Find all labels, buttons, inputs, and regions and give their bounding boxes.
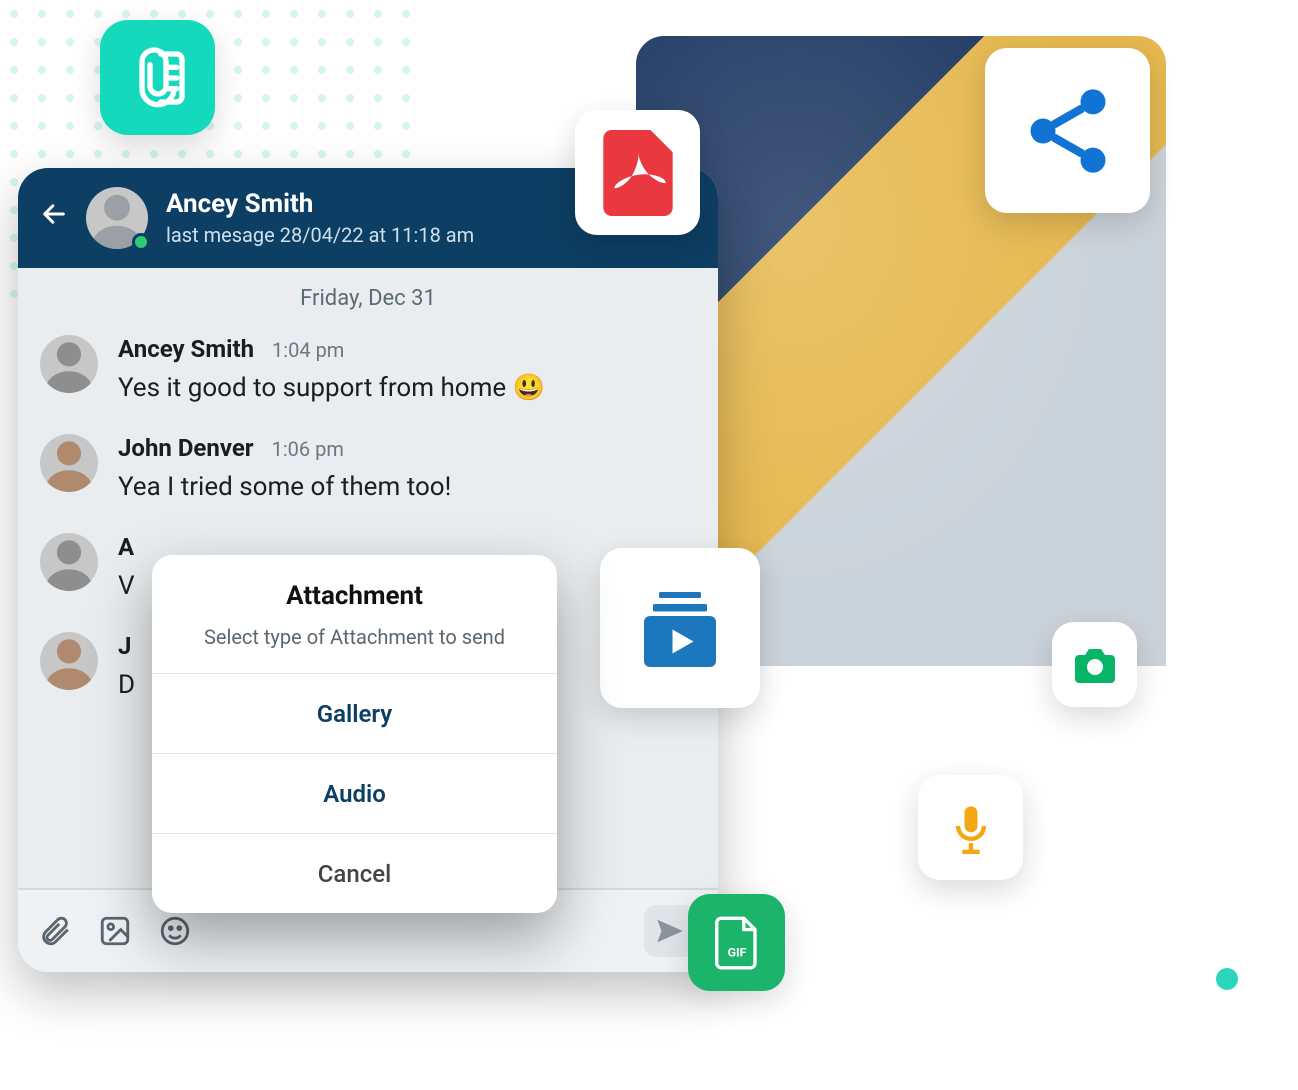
pdf-icon xyxy=(603,130,673,216)
message-row: John Denver 1:06 pm Yea I tried some of … xyxy=(18,420,718,519)
pdf-card xyxy=(575,110,700,235)
video-card xyxy=(600,548,760,708)
message-body: Yea I tried some of them too! xyxy=(118,470,451,505)
last-message-subtitle: last mesage 28/04/22 at 11:18 am xyxy=(166,223,474,247)
sender-avatar xyxy=(40,335,98,393)
attachment-option-audio[interactable]: Audio xyxy=(152,753,557,833)
video-stack-icon xyxy=(632,580,728,676)
microphone-card xyxy=(918,775,1023,880)
image-icon xyxy=(98,914,132,948)
message-body: V xyxy=(118,569,152,604)
paperclip-icon xyxy=(38,914,72,948)
emoji-icon xyxy=(158,914,192,948)
sender-avatar xyxy=(40,533,98,591)
camera-card xyxy=(1052,622,1137,707)
message-time: 1:06 pm xyxy=(272,437,344,461)
share-icon xyxy=(1018,81,1118,181)
sender-avatar xyxy=(40,632,98,690)
message-row: Ancey Smith 1:04 pm Yes it good to suppo… xyxy=(18,321,718,420)
attachment-option-cancel[interactable]: Cancel xyxy=(152,833,557,913)
back-button[interactable] xyxy=(40,200,68,236)
sender-name: J xyxy=(118,632,131,660)
emoji-button[interactable] xyxy=(156,912,194,950)
arrow-left-icon xyxy=(40,200,68,228)
contact-name: Ancey Smith xyxy=(166,189,474,219)
message-time: 1:04 pm xyxy=(272,338,344,362)
share-card xyxy=(985,48,1150,213)
attachment-option-gallery[interactable]: Gallery xyxy=(152,673,557,753)
sender-name: John Denver xyxy=(118,434,254,462)
attachment-document-icon xyxy=(126,46,190,110)
microphone-icon xyxy=(945,802,997,854)
svg-text:GIF: GIF xyxy=(727,946,746,960)
attachment-button[interactable] xyxy=(36,912,74,950)
sender-avatar xyxy=(40,434,98,492)
modal-title: Attachment xyxy=(152,581,557,611)
header-text: Ancey Smith last mesage 28/04/22 at 11:1… xyxy=(166,189,474,247)
message-body: Yes it good to support from home 😃 xyxy=(118,371,545,406)
gif-card: GIF xyxy=(688,894,785,991)
gif-file-icon: GIF xyxy=(710,916,764,970)
avatar-wrap[interactable] xyxy=(86,187,148,249)
attachment-doc-card xyxy=(100,20,215,135)
attachment-modal: Attachment Select type of Attachment to … xyxy=(152,555,557,913)
sender-name: Ancey Smith xyxy=(118,335,254,363)
sender-name: A xyxy=(118,533,134,561)
decorative-dot xyxy=(1216,968,1238,990)
send-icon xyxy=(653,914,687,948)
image-button[interactable] xyxy=(96,912,134,950)
date-divider: Friday, Dec 31 xyxy=(18,268,718,321)
modal-subtitle: Select type of Attachment to send xyxy=(152,625,557,649)
presence-indicator xyxy=(132,233,150,251)
camera-icon xyxy=(1071,641,1119,689)
